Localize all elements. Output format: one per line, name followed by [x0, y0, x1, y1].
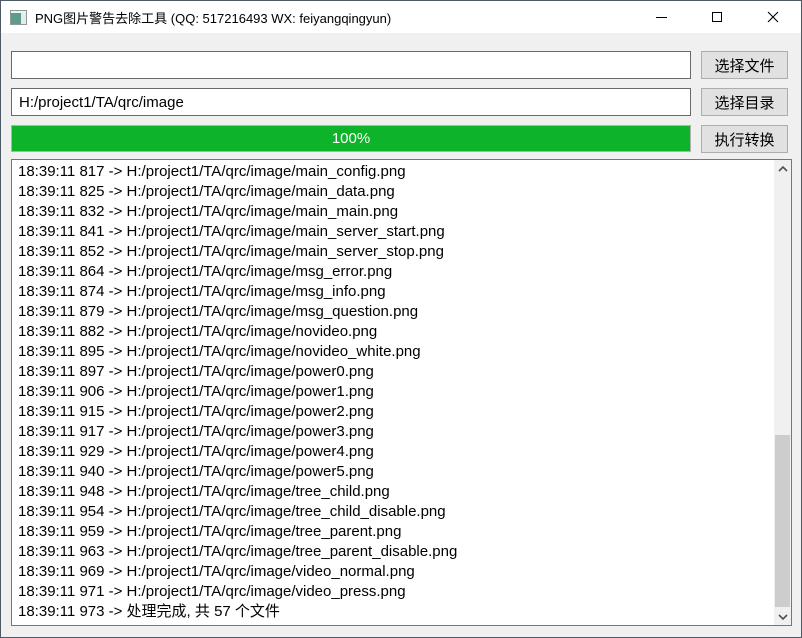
close-icon — [767, 11, 779, 23]
maximize-button[interactable] — [689, 1, 745, 33]
log-line: 18:39:11 879 -> H:/project1/TA/qrc/image… — [18, 302, 767, 322]
log-line: 18:39:11 940 -> H:/project1/TA/qrc/image… — [18, 462, 767, 482]
window-title: PNG图片警告去除工具 (QQ: 517216493 WX: feiyangqi… — [35, 8, 391, 27]
log-line: 18:39:11 825 -> H:/project1/TA/qrc/image… — [18, 182, 767, 202]
app-icon[interactable] — [10, 10, 27, 25]
log-line: 18:39:11 917 -> H:/project1/TA/qrc/image… — [18, 422, 767, 442]
log-line: 18:39:11 915 -> H:/project1/TA/qrc/image… — [18, 402, 767, 422]
log-line: 18:39:11 963 -> H:/project1/TA/qrc/image… — [18, 542, 767, 562]
close-button[interactable] — [745, 1, 801, 33]
log-line: 18:39:11 874 -> H:/project1/TA/qrc/image… — [18, 282, 767, 302]
file-path-input[interactable] — [11, 51, 691, 79]
log-line: 18:39:11 969 -> H:/project1/TA/qrc/image… — [18, 562, 767, 582]
log-line: 18:39:11 882 -> H:/project1/TA/qrc/image… — [18, 322, 767, 342]
log-line: 18:39:11 906 -> H:/project1/TA/qrc/image… — [18, 382, 767, 402]
log-line: 18:39:11 832 -> H:/project1/TA/qrc/image… — [18, 202, 767, 222]
progress-bar: 100% — [11, 125, 691, 152]
scroll-up-button[interactable] — [774, 160, 791, 177]
chevron-up-icon — [778, 166, 788, 172]
select-directory-button[interactable]: 选择目录 — [701, 88, 788, 116]
window-controls — [633, 1, 801, 33]
directory-path-input[interactable] — [11, 88, 691, 116]
vertical-scrollbar[interactable] — [774, 160, 791, 625]
app-window: PNG图片警告去除工具 (QQ: 517216493 WX: feiyangqi… — [0, 0, 802, 638]
maximize-icon — [712, 12, 722, 22]
log-line: 18:39:11 864 -> H:/project1/TA/qrc/image… — [18, 262, 767, 282]
select-file-button[interactable]: 选择文件 — [701, 51, 788, 79]
log-line: 18:39:11 895 -> H:/project1/TA/qrc/image… — [18, 342, 767, 362]
log-line: 18:39:11 897 -> H:/project1/TA/qrc/image… — [18, 362, 767, 382]
log-output[interactable]: 18:39:11 817 -> H:/project1/TA/qrc/image… — [11, 159, 792, 626]
scroll-down-button[interactable] — [774, 608, 791, 625]
log-line: 18:39:11 841 -> H:/project1/TA/qrc/image… — [18, 222, 767, 242]
scrollbar-track[interactable] — [774, 177, 791, 608]
execute-convert-button[interactable]: 执行转换 — [701, 125, 788, 153]
progress-label: 100% — [12, 126, 690, 151]
log-line: 18:39:11 817 -> H:/project1/TA/qrc/image… — [18, 162, 767, 182]
title-bar: PNG图片警告去除工具 (QQ: 517216493 WX: feiyangqi… — [1, 1, 801, 33]
log-line: 18:39:11 929 -> H:/project1/TA/qrc/image… — [18, 442, 767, 462]
log-line: 18:39:11 959 -> H:/project1/TA/qrc/image… — [18, 522, 767, 542]
log-line: 18:39:11 852 -> H:/project1/TA/qrc/image… — [18, 242, 767, 262]
minimize-icon — [656, 17, 667, 18]
log-lines: 18:39:11 817 -> H:/project1/TA/qrc/image… — [12, 160, 791, 622]
log-line: 18:39:11 948 -> H:/project1/TA/qrc/image… — [18, 482, 767, 502]
log-line: 18:39:11 973 -> 处理完成, 共 57 个文件 — [18, 602, 767, 622]
chevron-down-icon — [778, 614, 788, 620]
log-line: 18:39:11 954 -> H:/project1/TA/qrc/image… — [18, 502, 767, 522]
log-line: 18:39:11 971 -> H:/project1/TA/qrc/image… — [18, 582, 767, 602]
minimize-button[interactable] — [633, 1, 689, 33]
scrollbar-thumb[interactable] — [775, 435, 790, 607]
